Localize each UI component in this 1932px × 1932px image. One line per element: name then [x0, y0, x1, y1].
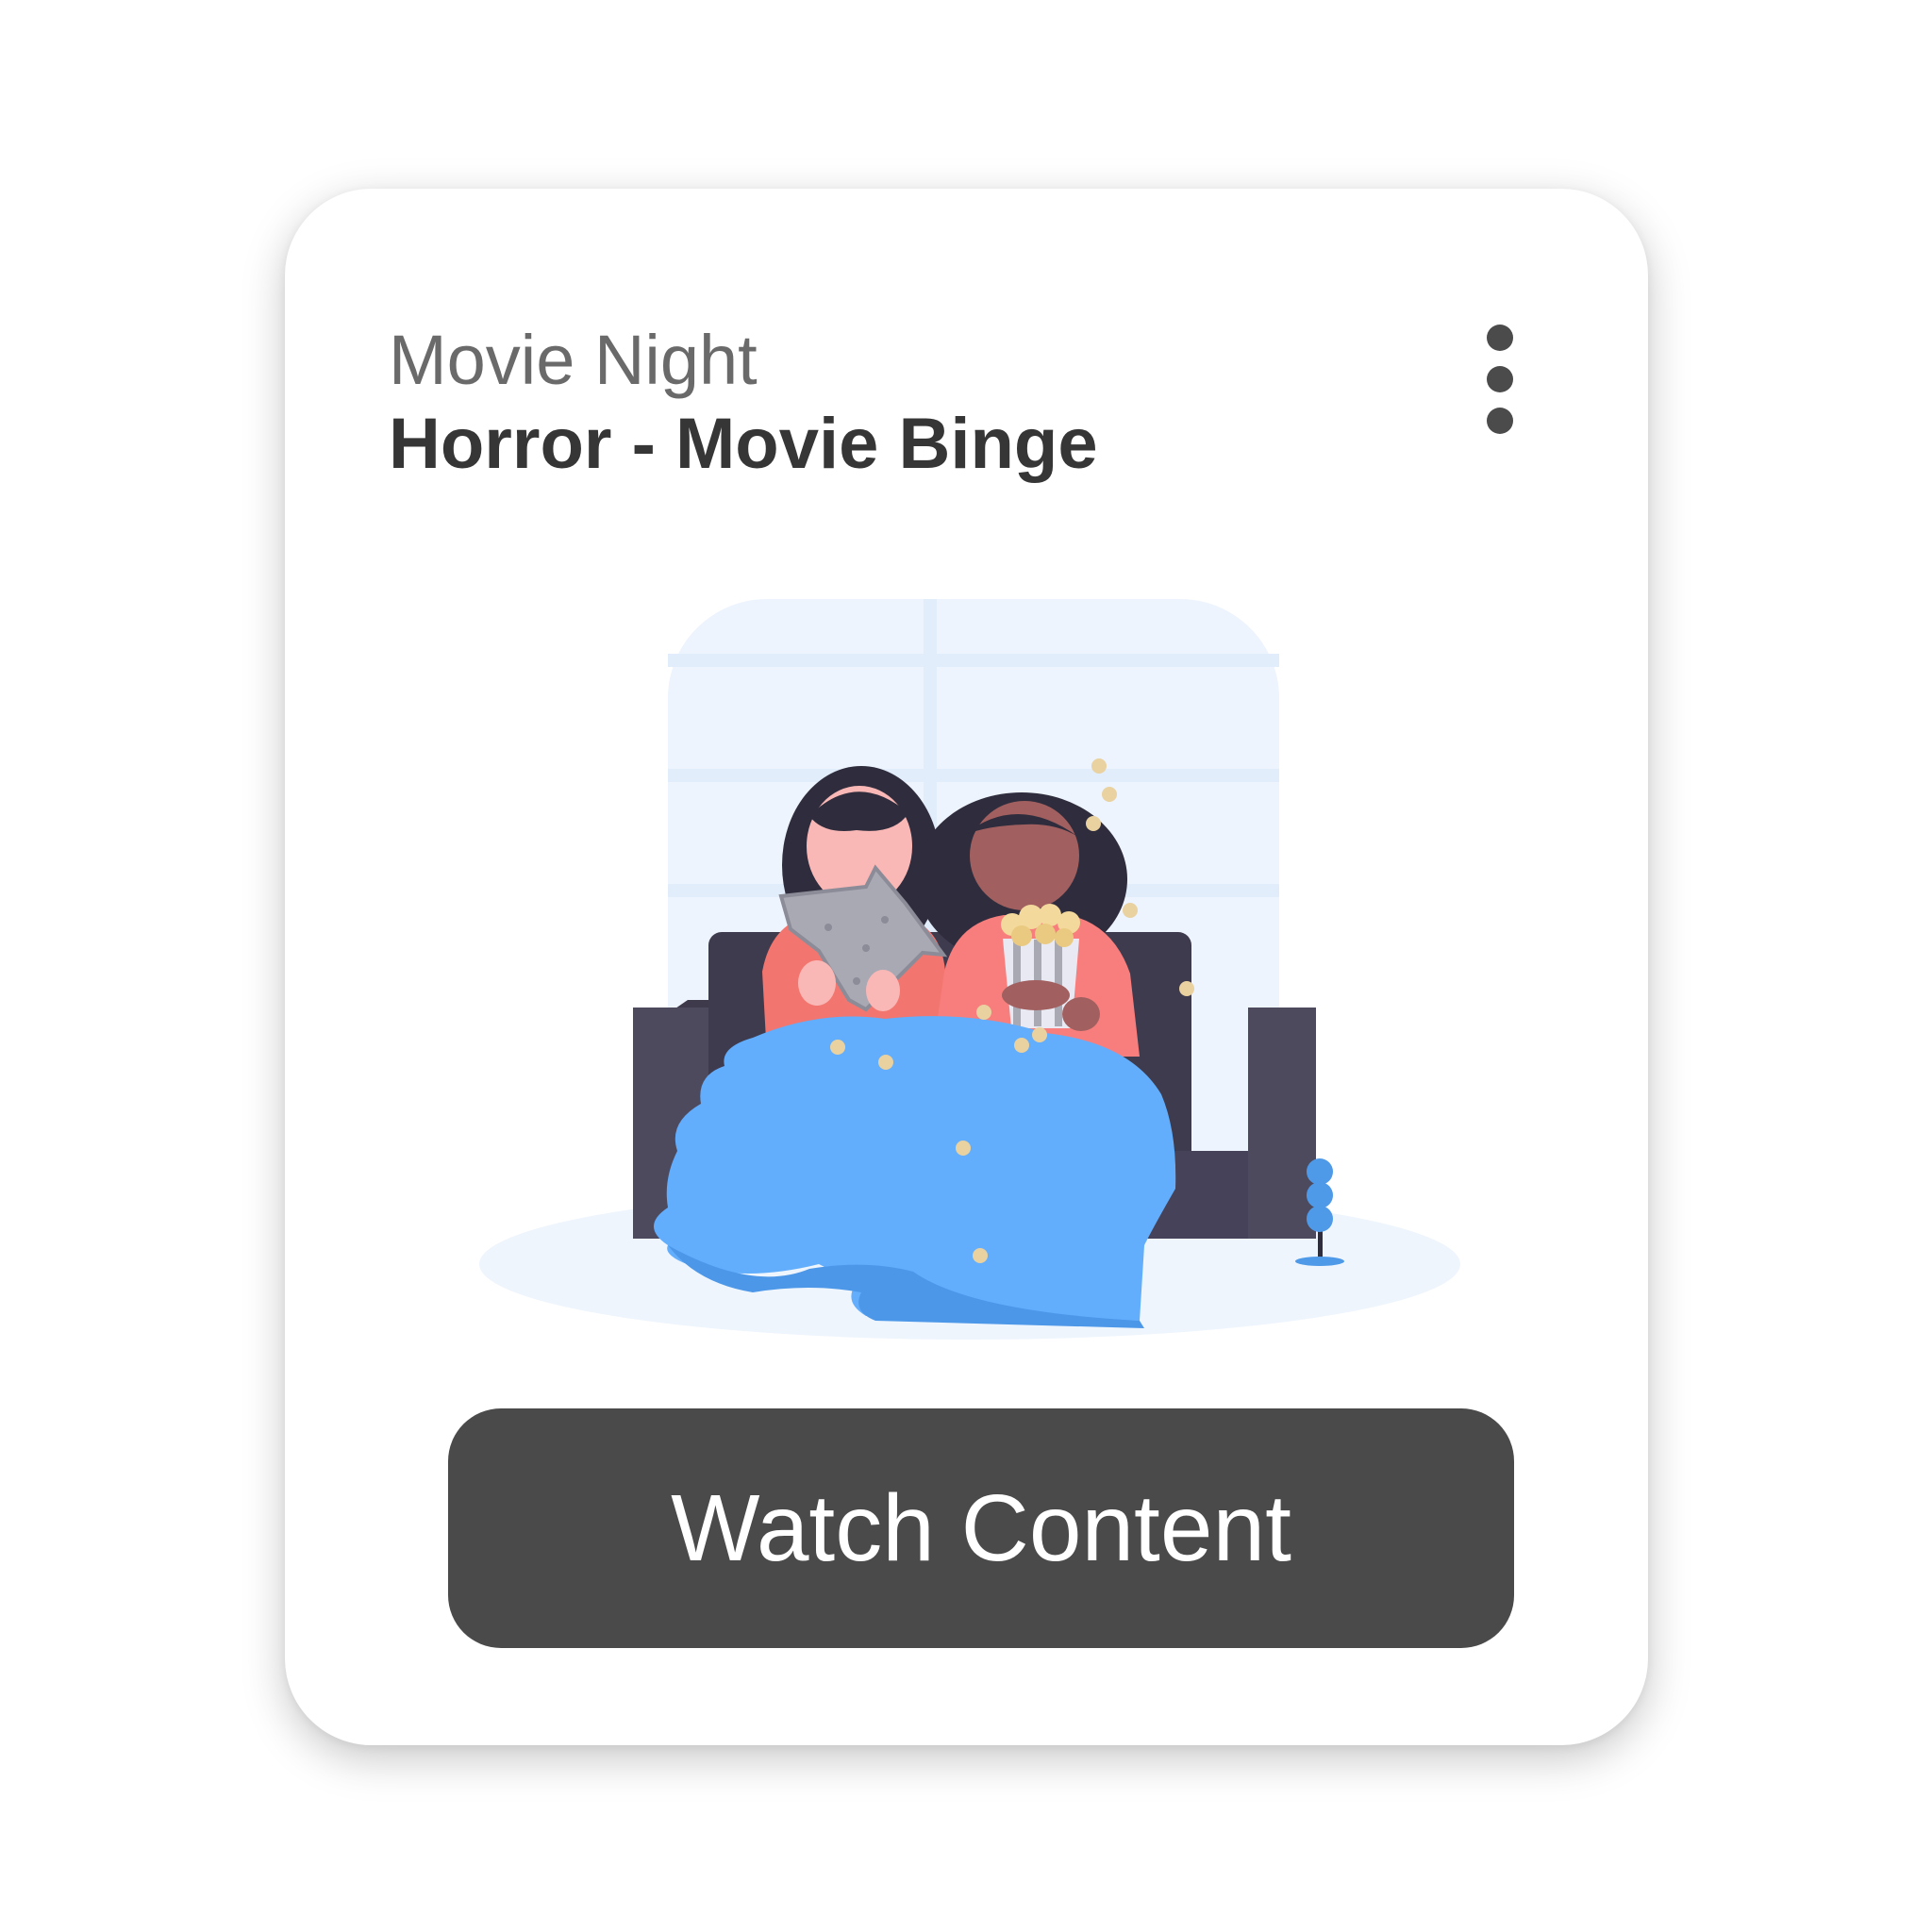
card-eyebrow: Movie Night — [389, 321, 758, 399]
card-title: Horror - Movie Binge — [389, 404, 1098, 484]
more-options-button[interactable] — [1475, 319, 1524, 443]
watch-content-label: Watch Content — [671, 1475, 1291, 1581]
movie-card: Movie Night Horror - Movie Binge Watch C… — [285, 189, 1648, 1745]
blanket — [654, 1016, 1176, 1328]
movie-night-illustration — [479, 599, 1460, 1340]
watch-content-button[interactable]: Watch Content — [448, 1408, 1514, 1648]
